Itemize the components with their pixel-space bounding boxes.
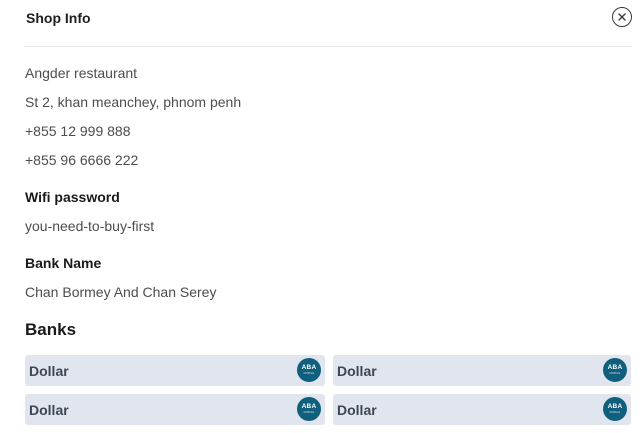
bank-currency: Dollar [29, 402, 69, 418]
banks-grid: Dollar ABA MOBILE Dollar ABA MOBILE Doll… [25, 355, 631, 425]
bank-logo-abbr: ABA [607, 403, 623, 410]
wifi-password-label: Wifi password [25, 189, 120, 205]
bank-logo-sub: MOBILE [609, 371, 621, 375]
wifi-password-value: you-need-to-buy-first [25, 218, 155, 234]
bank-logo-abbr: ABA [301, 364, 317, 371]
bank-currency: Dollar [337, 402, 377, 418]
bank-logo-sub: MOBILE [609, 410, 621, 414]
bank-currency: Dollar [29, 363, 69, 379]
modal-header: Shop Info [25, 0, 632, 47]
shop-address: St 2, khan meanchey, phnom penh [25, 94, 242, 110]
bank-logo-sub: MOBILE [303, 371, 315, 375]
bank-card[interactable]: Dollar ABA MOBILE [25, 394, 325, 425]
aba-bank-logo-icon: ABA MOBILE [297, 397, 321, 421]
bank-card[interactable]: Dollar ABA MOBILE [333, 394, 631, 425]
bank-currency: Dollar [337, 363, 377, 379]
bank-logo-sub: MOBILE [303, 410, 315, 414]
bank-card[interactable]: Dollar ABA MOBILE [333, 355, 631, 386]
bank-card[interactable]: Dollar ABA MOBILE [25, 355, 325, 386]
shop-name: Angder restaurant [25, 65, 138, 81]
bank-name-value: Chan Bormey And Chan Serey [25, 284, 217, 300]
shop-info-modal: Shop Info Angder restaurant St 2, khan m… [0, 0, 644, 433]
bank-name-label: Bank Name [25, 255, 102, 271]
aba-bank-logo-icon: ABA MOBILE [603, 358, 627, 382]
modal-title: Shop Info [26, 10, 91, 26]
shop-phone-1: +855 12 999 888 [25, 123, 131, 139]
bank-logo-abbr: ABA [301, 403, 317, 410]
banks-title: Banks [25, 320, 77, 339]
shop-phone-2: +855 96 6666 222 [25, 152, 139, 168]
close-icon [618, 13, 626, 21]
aba-bank-logo-icon: ABA MOBILE [297, 358, 321, 382]
aba-bank-logo-icon: ABA MOBILE [603, 397, 627, 421]
close-button[interactable] [612, 7, 632, 27]
bank-logo-abbr: ABA [607, 364, 623, 371]
